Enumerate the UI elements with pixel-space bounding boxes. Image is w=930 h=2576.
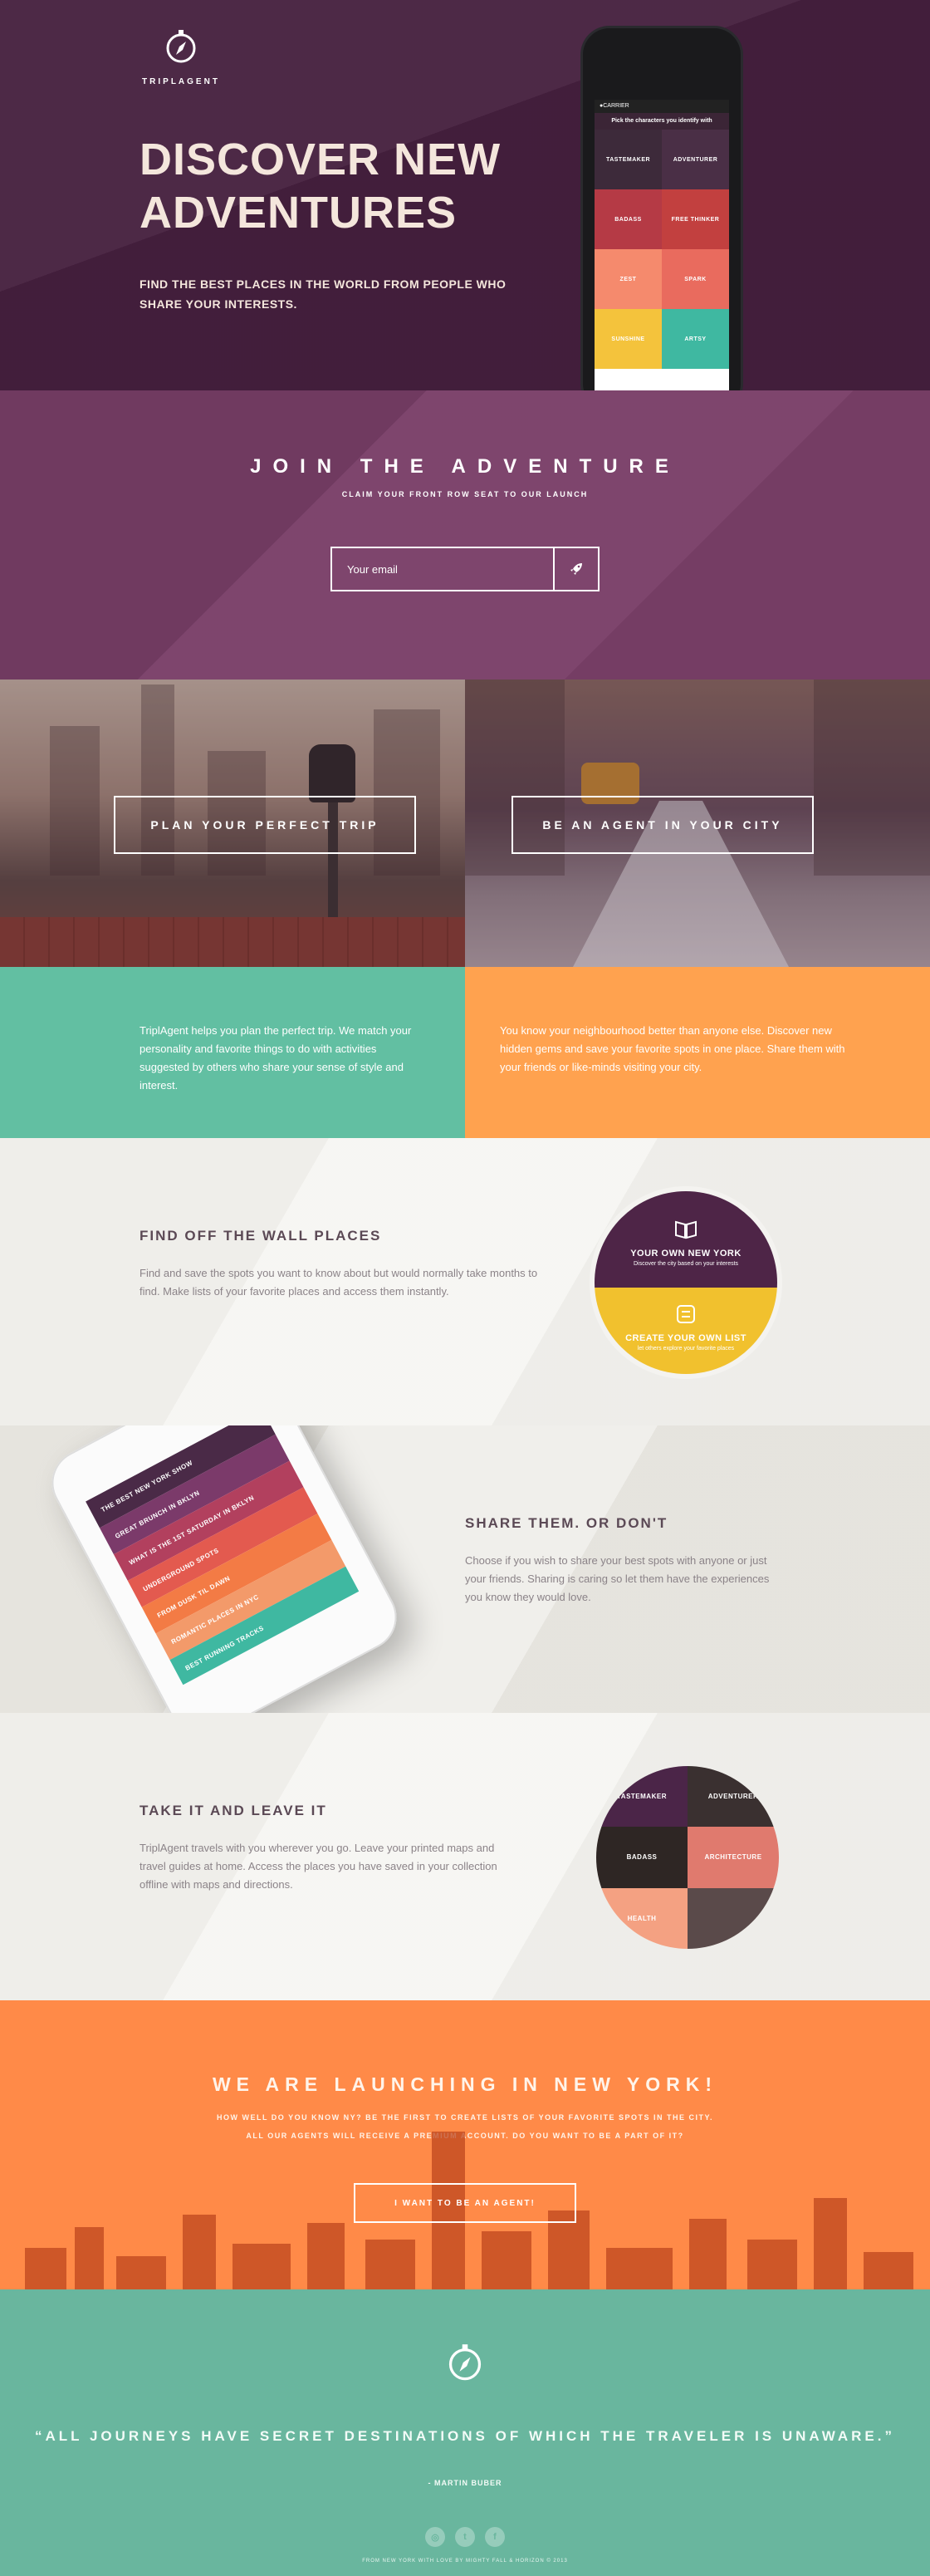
list-icon [677, 1305, 695, 1323]
launch-line-1: HOW WELL DO YOU KNOW NY? BE THE FIRST TO… [216, 2113, 714, 2122]
skyline-building [814, 2198, 847, 2289]
compass-icon [448, 2344, 482, 2381]
skyline-building [864, 2252, 913, 2289]
launch-title: WE ARE LAUNCHING IN NEW YORK! [212, 2073, 718, 2095]
hero-phone-mockup: ●CARRIER Pick the characters you identif… [583, 28, 741, 390]
character-tile[interactable]: BADASS [595, 189, 662, 249]
phone-status-bar: ●CARRIER [595, 100, 729, 113]
feature-share: THE BEST NEW YORK SHOW GREAT BRUNCH IN BK… [0, 1425, 930, 1713]
skyline-building [116, 2256, 166, 2289]
skyline-building [606, 2248, 673, 2289]
footer: “ALL JOURNEYS HAVE SECRET DESTINATIONS O… [0, 2289, 930, 2576]
character-tile[interactable]: FREE THINKER [662, 189, 729, 249]
feature-offline: TAKE IT AND LEAVE IT TriplAgent travels … [0, 1713, 930, 2000]
twitter-icon[interactable]: t [455, 2527, 475, 2547]
skyline-building [25, 2248, 66, 2289]
photo-observation-deck: PLAN YOUR PERFECT TRIP [0, 680, 465, 967]
character-tile[interactable]: TASTEMAKER [595, 130, 662, 189]
rocket-icon [570, 563, 582, 575]
info-traveler: TriplAgent helps you plan the perfect tr… [0, 967, 465, 1138]
category-tile: ARCHITECTURE [688, 1827, 779, 1888]
badge-top-subtitle: Discover the city based on your interest… [633, 1261, 739, 1267]
badge-top-title: YOUR OWN NEW YORK [630, 1249, 742, 1259]
skyline-building [482, 2231, 531, 2289]
social-links: ◎ t f [425, 2527, 505, 2547]
badge-bottom-title: CREATE YOUR OWN LIST [625, 1333, 746, 1343]
skyline-building [689, 2219, 727, 2289]
feature-title: TAKE IT AND LEAVE IT [140, 1803, 327, 1818]
feature-text: Choose if you wish to share your best sp… [465, 1554, 770, 1603]
character-tile[interactable]: SPARK [662, 249, 729, 309]
launch-line-2: ALL OUR AGENTS WILL RECEIVE A PREMIUM AC… [246, 2132, 684, 2140]
facebook-icon[interactable]: f [485, 2527, 505, 2547]
footer-credit: FROM NEW YORK WITH LOVE BY MIGHTY FALL &… [362, 2559, 568, 2564]
become-agent-button[interactable]: BE AN AGENT IN YOUR CITY [512, 796, 814, 854]
skyline-building [232, 2244, 291, 2289]
skyline-building [75, 2227, 104, 2289]
hero-subtitle: FIND THE BEST PLACES IN THE WORLD FROM P… [140, 277, 507, 311]
book-icon [675, 1220, 697, 1239]
become-agent-cta[interactable]: I WANT TO BE AN AGENT! [354, 2183, 576, 2223]
character-tile[interactable]: SUNSHINE [595, 309, 662, 369]
feature-text: TriplAgent travels with you wherever you… [140, 1842, 497, 1891]
skyline-building [365, 2240, 415, 2289]
feature-title: FIND OFF THE WALL PLACES [140, 1228, 382, 1244]
plan-trip-button[interactable]: PLAN YOUR PERFECT TRIP [114, 796, 416, 854]
hero-title: DISCOVER NEW ADVENTURES [140, 135, 502, 238]
compass-icon [166, 30, 196, 63]
join-claim: CLAIM YOUR FRONT ROW SEAT TO OUR LAUNCH [341, 490, 589, 498]
info-local: You know your neighbourhood better than … [465, 967, 930, 1138]
join-section: JOIN THE ADVENTURE CLAIM YOUR FRONT ROW … [0, 390, 930, 680]
hero-section: TRIPLAGENT DISCOVER NEW ADVENTURES FIND … [0, 0, 930, 390]
launch-section: WE ARE LAUNCHING IN NEW YORK! HOW WELL D… [0, 2000, 930, 2289]
character-tile[interactable]: ZEST [595, 249, 662, 309]
category-circle: TASTEMAKER ADVENTURER BADASS ARCHITECTURE HE… [596, 1766, 779, 1949]
phone-prompt: Pick the characters you identify with [595, 113, 729, 130]
feature-title: SHARE THEM. OR DON'T [465, 1515, 668, 1531]
submit-button[interactable] [553, 548, 598, 590]
brand-name: TRIPLAGENT [142, 77, 220, 86]
join-facet-background [0, 390, 930, 680]
phone-screen: ●CARRIER Pick the characters you identif… [595, 100, 729, 390]
character-grid: TASTEMAKER ADVENTURER BADASS FREE THINKER ZE… [595, 130, 729, 369]
skyline-building [747, 2240, 797, 2289]
instagram-icon[interactable]: ◎ [425, 2527, 445, 2547]
photo-city-street: BE AN AGENT IN YOUR CITY [465, 680, 930, 967]
skyline-building [307, 2223, 345, 2289]
join-title: JOIN THE ADVENTURE [250, 455, 680, 478]
footer-quote: “ALL JOURNEYS HAVE SECRET DESTINATIONS O… [35, 2428, 895, 2444]
skyline-building [183, 2215, 216, 2289]
feature-badge: YOUR OWN NEW YORK Discover the city base… [595, 1191, 777, 1374]
character-tile[interactable]: ARTSY [662, 309, 729, 369]
quote-author: - MARTIN BUBER [428, 2479, 502, 2487]
feature-text: Find and save the spots you want to know… [140, 1267, 538, 1298]
brand-logo[interactable]: TRIPLAGENT [140, 28, 223, 86]
signup-form [330, 547, 600, 591]
category-tile: BADASS [596, 1827, 688, 1888]
email-input[interactable] [332, 548, 553, 590]
character-tile[interactable]: ADVENTURER [662, 130, 729, 189]
feature-find-places: FIND OFF THE WALL PLACES Find and save t… [0, 1138, 930, 1425]
